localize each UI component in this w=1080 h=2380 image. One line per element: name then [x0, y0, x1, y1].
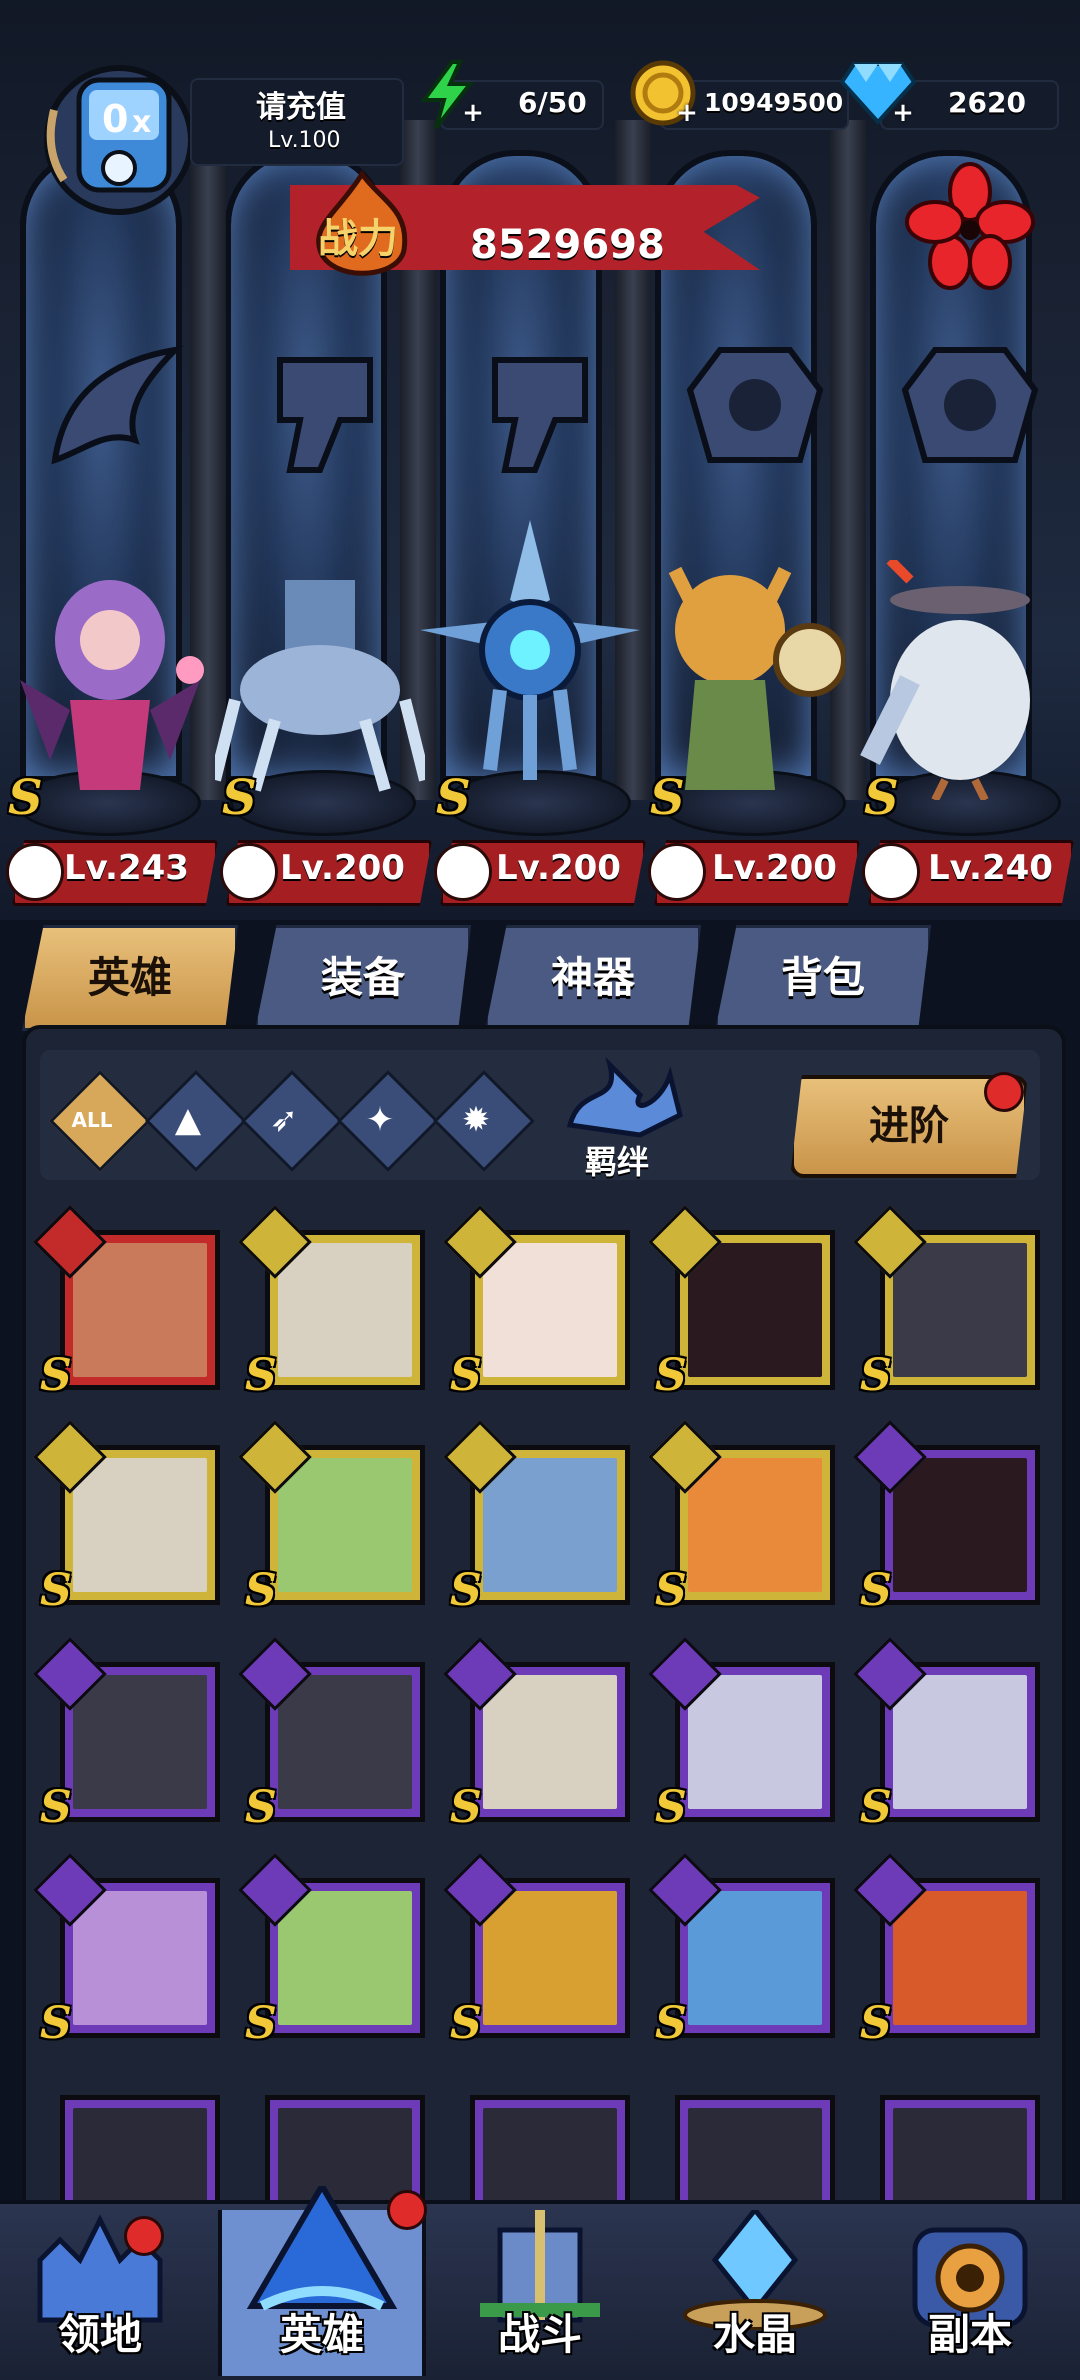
bond-button[interactable]: 羁绊	[540, 1045, 700, 1181]
beast-icon	[862, 843, 920, 901]
rank-s-icon: S	[860, 1565, 892, 1616]
gem-add-button[interactable]: +	[892, 100, 914, 126]
tab-backpack[interactable]: 背包	[715, 925, 931, 1031]
bond-label: 羁绊	[585, 1143, 650, 1181]
hero-card[interactable]	[60, 2095, 220, 2205]
hero-level: Lv.243	[64, 848, 189, 888]
power-value: 8529698	[470, 222, 665, 268]
nav-label: 领地	[57, 2310, 142, 2359]
hero-card[interactable]	[470, 2095, 630, 2205]
rank-s-icon: S	[450, 1350, 482, 1401]
class-emblem-beast	[680, 320, 830, 490]
rank-s-icon: S	[655, 1350, 687, 1401]
rank-s-icon: S	[245, 1565, 277, 1616]
nav-territory[interactable]: 领地	[0, 2210, 200, 2376]
gold-add-button[interactable]: +	[676, 100, 698, 126]
hero-figure-drone[interactable]	[420, 520, 640, 800]
rank-s-icon: S	[40, 1350, 72, 1401]
rank-s-icon: S	[436, 770, 471, 826]
nav-label: 水晶	[712, 2310, 797, 2359]
nav-battle[interactable]: 战斗	[440, 2210, 640, 2376]
rank-s-icon: S	[655, 1998, 687, 2049]
nav-label: 副本	[927, 2310, 1012, 2359]
rank-s-icon: S	[40, 1565, 72, 1616]
wrench-icon	[220, 843, 278, 901]
rank-s-icon: S	[450, 1998, 482, 2049]
notification-dot	[124, 2216, 164, 2256]
beast-icon	[648, 843, 706, 901]
energy-value: 6/50	[518, 86, 587, 119]
svg-text:0: 0	[102, 97, 128, 141]
tank-icon: ▲	[174, 1100, 202, 1140]
nav-heroes[interactable]: 英雄	[218, 2180, 427, 2376]
rank-s-icon: S	[864, 770, 899, 826]
gold-value: 10949500	[704, 88, 844, 117]
hero-level: Lv.200	[280, 848, 405, 888]
rank-s-icon: S	[8, 770, 43, 826]
hero-level: Lv.240	[928, 848, 1053, 888]
rank-s-icon: S	[860, 1782, 892, 1833]
hero-level: Lv.200	[712, 848, 837, 888]
class-emblem-beast	[895, 320, 1045, 490]
nav-dungeon[interactable]: 副本	[870, 2210, 1070, 2376]
player-name: 请充值	[256, 90, 346, 125]
rank-s-icon: S	[860, 1998, 892, 2049]
rank-s-icon: S	[245, 1350, 277, 1401]
rank-s-icon: S	[655, 1782, 687, 1833]
class-emblem-wing	[35, 320, 185, 490]
nav-label: 英雄	[279, 2310, 364, 2359]
svg-text:x: x	[132, 105, 151, 140]
power-label: 战力	[318, 216, 398, 262]
tab-equipment[interactable]: 装备	[255, 925, 471, 1031]
hero-figure-leopard-shaman[interactable]	[635, 550, 847, 800]
tab-heroes[interactable]: 英雄	[22, 925, 238, 1031]
rank-s-icon: S	[222, 770, 257, 826]
tab-artifacts[interactable]: 神器	[485, 925, 701, 1031]
rank-s-icon: S	[650, 770, 685, 826]
hero-level: Lv.200	[496, 848, 621, 888]
rank-s-icon: S	[450, 1565, 482, 1616]
class-emblem-wrench	[465, 320, 615, 490]
player-avatar[interactable]: 0 x	[34, 50, 194, 220]
nav-label: 战斗	[497, 2310, 582, 2359]
beast-icon: ✹	[461, 1100, 491, 1140]
hero-figure-crane-sage[interactable]	[850, 556, 1070, 802]
notification-dot	[984, 1072, 1024, 1112]
rank-s-icon: S	[450, 1782, 482, 1833]
rank-s-icon: S	[245, 1782, 277, 1833]
player-level: Lv.100	[268, 128, 341, 153]
gems-value: 2620	[948, 86, 1026, 119]
hero-figure-spider-mech[interactable]	[209, 560, 431, 800]
wrench-icon: ✦	[365, 1100, 395, 1140]
wing-icon: ➶	[269, 1100, 299, 1140]
settings-flower-icon[interactable]	[905, 162, 1035, 292]
class-emblem-wrench	[250, 320, 400, 490]
nav-crystal[interactable]: 水晶	[655, 2205, 855, 2376]
filter-all-label: ALL	[71, 1108, 113, 1132]
rank-s-icon: S	[655, 1565, 687, 1616]
energy-add-button[interactable]: +	[462, 100, 484, 126]
rank-s-icon: S	[860, 1350, 892, 1401]
rank-s-icon: S	[245, 1998, 277, 2049]
wing-icon	[6, 843, 64, 901]
rank-s-icon: S	[40, 1998, 72, 2049]
hero-figure-succubus[interactable]	[10, 560, 210, 800]
hero-card[interactable]	[880, 2095, 1040, 2205]
notification-dot	[387, 2190, 427, 2230]
wrench-icon	[434, 843, 492, 901]
rank-s-icon: S	[40, 1782, 72, 1833]
hero-card[interactable]	[675, 2095, 835, 2205]
